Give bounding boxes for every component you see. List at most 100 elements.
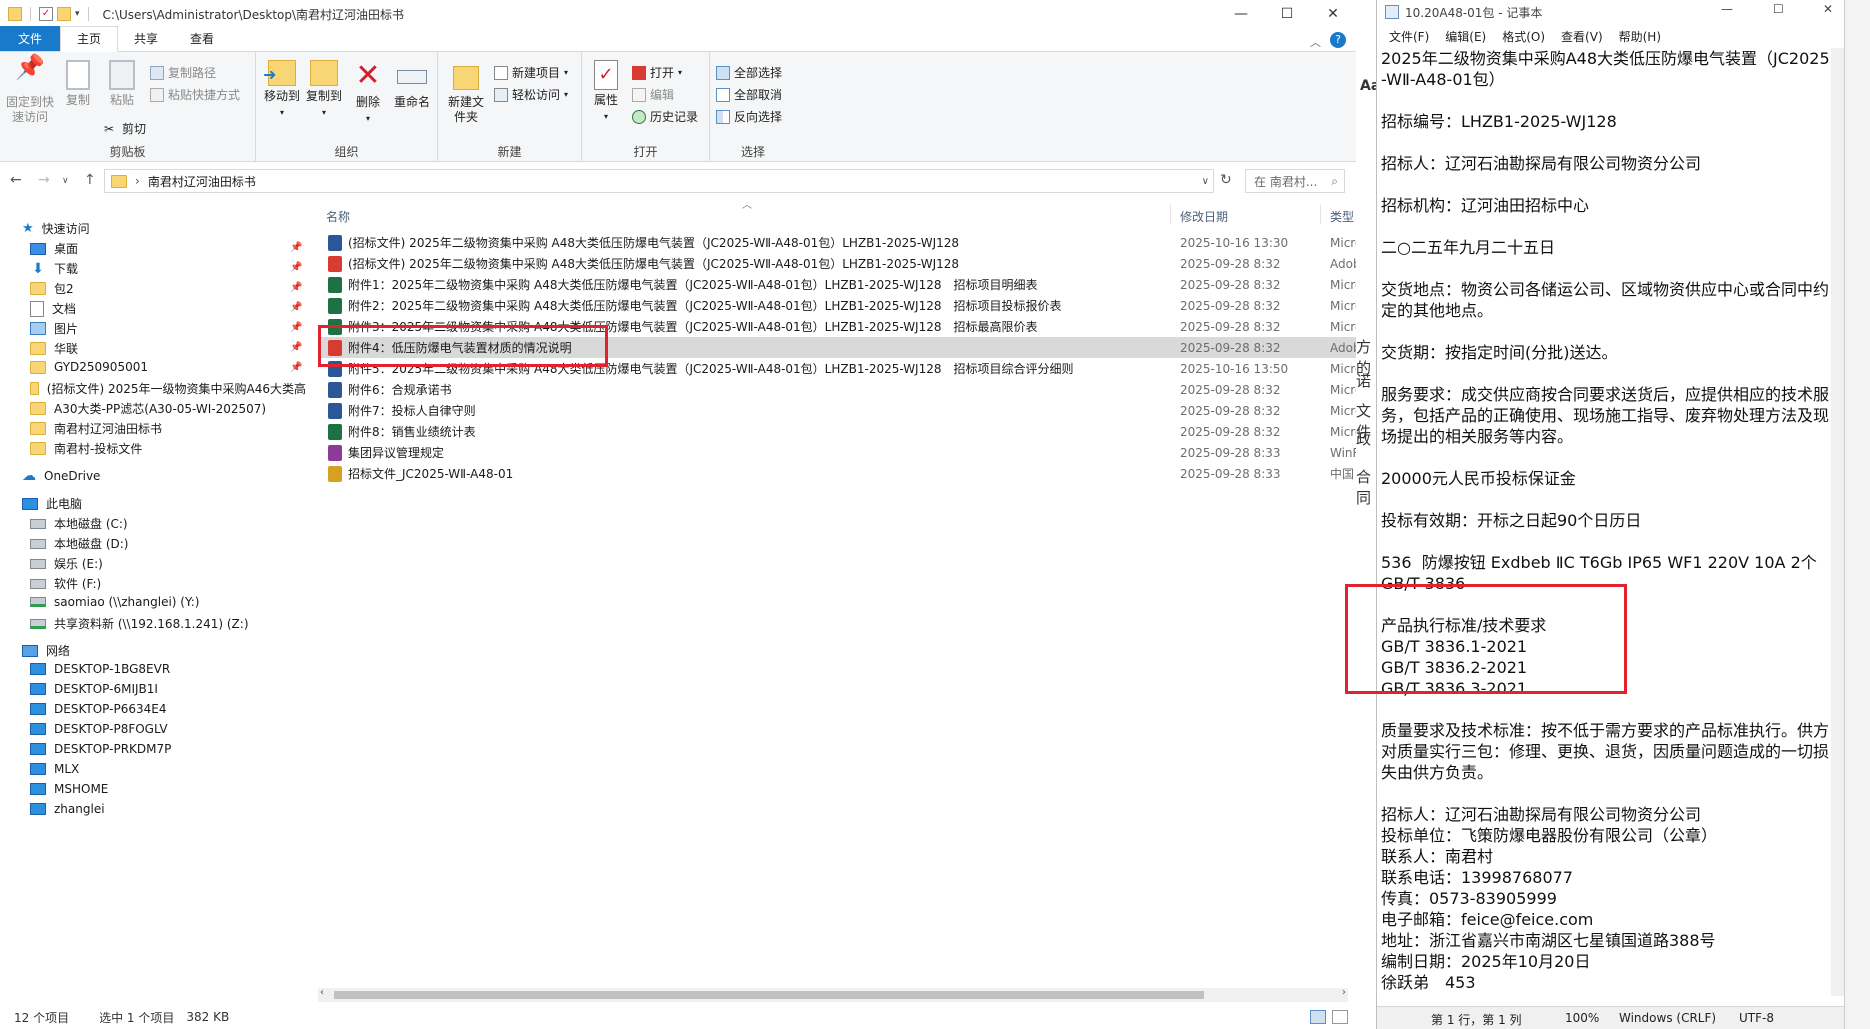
- nav-item-desktop[interactable]: 桌面: [30, 240, 78, 257]
- file-row[interactable]: 附件6：合规承诺书 2025-09-28 8:32 Micro: [318, 379, 1356, 400]
- pin-icon[interactable]: 📌: [290, 282, 302, 293]
- paste-button[interactable]: 粘贴: [106, 60, 138, 108]
- pin-icon[interactable]: 📌: [290, 362, 302, 373]
- rename-button[interactable]: 重命名: [392, 60, 432, 110]
- notepad-text-area[interactable]: 2025年二级物资集中采购A48大类低压防爆电气装置（JC2025-WⅡ-A48…: [1381, 48, 1831, 996]
- pin-icon[interactable]: 📌: [290, 302, 302, 313]
- back-arrow-icon[interactable]: ←: [10, 172, 22, 188]
- new-item-button[interactable]: 新建项目 ▾: [494, 64, 568, 81]
- tab-view[interactable]: 查看: [174, 27, 230, 51]
- address-field[interactable]: › 南君村辽河油田标书 ∨: [104, 169, 1214, 193]
- pin-icon[interactable]: 📌: [290, 342, 302, 353]
- nav-item-folder[interactable]: 包2: [30, 280, 74, 297]
- maximize-button[interactable]: ☐: [1264, 0, 1310, 28]
- move-to-button[interactable]: ➜ 移动到 ▾: [262, 60, 302, 120]
- column-header-date[interactable]: 修改日期: [1180, 208, 1228, 225]
- this-pc-item[interactable]: 此电脑: [22, 495, 82, 512]
- drive-item[interactable]: 软件 (F:): [30, 575, 101, 592]
- copy-to-button[interactable]: 复制到 ▾: [304, 60, 344, 120]
- drive-item[interactable]: 娱乐 (E:): [30, 555, 103, 572]
- select-all-button[interactable]: 全部选择: [716, 64, 782, 81]
- help-icon[interactable]: ?: [1330, 32, 1346, 48]
- onedrive-item[interactable]: ☁ OneDrive: [22, 468, 100, 484]
- easy-access-button[interactable]: 轻松访问 ▾: [494, 86, 568, 103]
- nav-item-folder[interactable]: 华联: [30, 340, 78, 357]
- column-header-name[interactable]: 名称: [326, 208, 350, 225]
- network-computer-item[interactable]: DESKTOP-P8FOGLV: [30, 722, 168, 736]
- network-computer-item[interactable]: MLX: [30, 762, 79, 776]
- menu-view[interactable]: 查看(V): [1561, 28, 1603, 45]
- invert-selection-button[interactable]: 反向选择: [716, 108, 782, 125]
- scrollbar-thumb[interactable]: [334, 991, 1204, 999]
- new-folder-icon[interactable]: [57, 7, 71, 21]
- select-none-button[interactable]: 全部取消: [716, 86, 782, 103]
- vertical-scrollbar[interactable]: [1831, 48, 1845, 996]
- nav-item-downloads[interactable]: ⬇ 下载: [30, 260, 78, 277]
- file-row[interactable]: 附件1：2025年二级物资集中采购 A48大类低压防爆电气装置（JC2025-W…: [318, 274, 1356, 295]
- delete-button[interactable]: ✕ 删除 ▾: [352, 60, 384, 126]
- menu-edit[interactable]: 编辑(E): [1445, 28, 1486, 45]
- tab-home[interactable]: 主页: [60, 26, 119, 52]
- quick-access-item[interactable]: ★ 快速访问: [22, 220, 90, 237]
- properties-button[interactable]: ✓ 属性 ▾: [590, 60, 622, 124]
- horizontal-scrollbar[interactable]: ‹ ›: [318, 987, 1348, 1002]
- open-button[interactable]: 打开 ▾: [632, 64, 682, 81]
- network-computer-item[interactable]: DESKTOP-6MIJB1I: [30, 682, 158, 696]
- checkbox-properties-icon[interactable]: ✓: [39, 7, 53, 21]
- nav-item-folder[interactable]: A30大类-PP滤芯(A30-05-WI-202507): [30, 400, 266, 417]
- close-button[interactable]: ✕: [1823, 2, 1833, 16]
- nav-item-folder[interactable]: 南君村-投标文件: [30, 440, 142, 457]
- network-computer-item[interactable]: MSHOME: [30, 782, 108, 796]
- file-row[interactable]: 附件7：投标人自律守则 2025-09-28 8:32 Micro: [318, 400, 1356, 421]
- network-computer-item[interactable]: DESKTOP-1BG8EVR: [30, 662, 170, 676]
- cut-button[interactable]: ✂ 剪切: [104, 120, 146, 137]
- nav-item-pictures[interactable]: 图片: [30, 320, 78, 337]
- column-header-type[interactable]: 类型: [1330, 208, 1354, 225]
- menu-file[interactable]: 文件(F): [1389, 28, 1429, 45]
- copy-path-button[interactable]: 复制路径: [150, 64, 216, 81]
- minimize-button[interactable]: —: [1218, 0, 1264, 28]
- pin-icon[interactable]: 📌: [290, 262, 302, 273]
- column-divider[interactable]: [1320, 204, 1321, 224]
- nav-item-folder[interactable]: (招标文件) 2025年一级物资集中采购A46大类高: [30, 380, 306, 397]
- maximize-button[interactable]: ☐: [1773, 2, 1784, 16]
- column-divider[interactable]: [1170, 204, 1171, 224]
- address-dropdown-icon[interactable]: ∨: [1202, 176, 1209, 187]
- network-computer-item[interactable]: zhanglei: [30, 802, 105, 816]
- minimize-button[interactable]: —: [1721, 2, 1733, 16]
- file-row[interactable]: 附件2：2025年二级物资集中采购 A48大类低压防爆电气装置（JC2025-W…: [318, 295, 1356, 316]
- qa-dropdown-icon[interactable]: ▾: [75, 9, 80, 19]
- refresh-icon[interactable]: ↻: [1220, 172, 1232, 188]
- forward-arrow-icon[interactable]: →: [38, 172, 50, 188]
- file-row[interactable]: 附件8：销售业绩统计表 2025-09-28 8:32 Micro: [318, 421, 1356, 442]
- pin-icon[interactable]: 📌: [290, 242, 302, 253]
- file-row[interactable]: 招标文件_JC2025-WⅡ-A48-01 2025-09-28 8:33 中国: [318, 463, 1356, 484]
- scroll-left-icon[interactable]: ‹: [320, 987, 324, 998]
- search-input[interactable]: 在 南君村... ⌕: [1245, 169, 1345, 193]
- nav-item-folder[interactable]: 南君村辽河油田标书: [30, 420, 162, 437]
- file-row[interactable]: (招标文件) 2025年二级物资集中采购 A48大类低压防爆电气装置（JC202…: [318, 232, 1356, 253]
- network-drive-item[interactable]: saomiao (\\zhanglei) (Y:): [30, 595, 199, 609]
- drive-item[interactable]: 本地磁盘 (C:): [30, 515, 128, 532]
- copy-button[interactable]: 复制: [62, 60, 94, 108]
- menu-format[interactable]: 格式(O): [1502, 28, 1545, 45]
- scroll-right-icon[interactable]: ›: [1342, 987, 1346, 998]
- breadcrumb-path[interactable]: 南君村辽河油田标书: [148, 173, 256, 190]
- network-computer-item[interactable]: DESKTOP-PRKDM7P: [30, 742, 171, 756]
- nav-item-folder[interactable]: GYD250905001: [30, 360, 148, 374]
- pin-quick-access-button[interactable]: 📌 固定到快速访问: [6, 55, 54, 125]
- tab-file[interactable]: 文件: [0, 26, 61, 51]
- close-button[interactable]: ✕: [1310, 0, 1356, 28]
- paste-shortcut-button[interactable]: 粘贴快捷方式: [150, 86, 240, 103]
- up-arrow-icon[interactable]: ↑: [84, 172, 96, 188]
- ribbon-collapse-icon[interactable]: ︿: [1310, 34, 1321, 50]
- tab-share[interactable]: 共享: [118, 27, 174, 51]
- large-icons-view-icon[interactable]: [1332, 1010, 1348, 1024]
- edit-button[interactable]: 编辑: [632, 86, 674, 103]
- network-item[interactable]: 网络: [22, 642, 70, 659]
- details-view-icon[interactable]: [1310, 1010, 1326, 1024]
- file-row[interactable]: (招标文件) 2025年二级物资集中采购 A48大类低压防爆电气装置（JC202…: [318, 253, 1356, 274]
- network-computer-item[interactable]: DESKTOP-P6634E4: [30, 702, 166, 716]
- pin-icon[interactable]: 📌: [290, 322, 302, 333]
- drive-item[interactable]: 本地磁盘 (D:): [30, 535, 128, 552]
